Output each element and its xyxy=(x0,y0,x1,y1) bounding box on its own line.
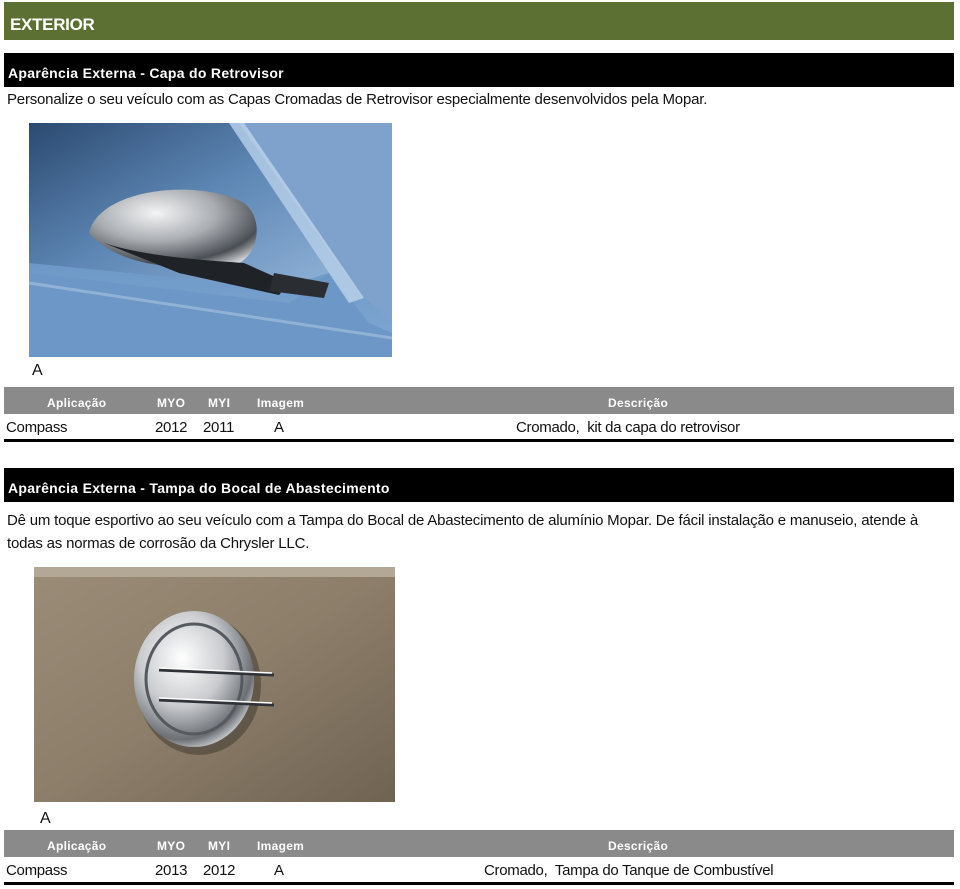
table-header: Aplicação MYO MYI Imagem Descrição xyxy=(4,830,954,857)
column-header-aplicacao: Aplicação xyxy=(47,839,107,853)
table-row: Compass 2013 2012 A Cromado, Tampa do Ta… xyxy=(4,859,954,885)
cell-imagem: A xyxy=(274,419,284,436)
cell-aplicacao: Compass xyxy=(6,862,68,879)
cell-myo: 2012 xyxy=(155,419,188,436)
page-title: EXTERIOR xyxy=(4,2,954,40)
cell-descricao: Cromado, kit da capa do retrovisor xyxy=(516,419,740,436)
section-title-mirror-cover: Aparência Externa - Capa do Retrovisor xyxy=(4,53,954,87)
column-header-descricao: Descrição xyxy=(608,396,669,410)
cell-descricao: Cromado, Tampa do Tanque de Combustível xyxy=(484,862,774,879)
column-header-myo: MYO xyxy=(157,839,186,853)
mirror-cover-photo xyxy=(29,123,392,357)
column-header-myi: MYI xyxy=(208,839,231,853)
image-letter-fuel-door: A xyxy=(40,810,51,827)
column-header-myi: MYI xyxy=(208,396,231,410)
fuel-door-photo xyxy=(34,567,395,802)
column-header-imagem: Imagem xyxy=(257,839,305,853)
cell-aplicacao: Compass xyxy=(6,419,68,436)
column-header-myo: MYO xyxy=(157,396,186,410)
column-header-imagem: Imagem xyxy=(257,396,305,410)
cell-myo: 2013 xyxy=(155,862,188,879)
section-title-fuel-door: Aparência Externa - Tampa do Bocal de Ab… xyxy=(4,468,954,502)
cell-imagem: A xyxy=(274,862,284,879)
cell-myi: 2011 xyxy=(203,419,235,436)
cell-myi: 2012 xyxy=(203,862,236,879)
column-header-descricao: Descrição xyxy=(608,839,669,853)
table-row: Compass 2012 2011 A Cromado, kit da capa… xyxy=(4,416,954,442)
column-header-aplicacao: Aplicação xyxy=(47,396,107,410)
section-description-mirror-cover: Personalize o seu veículo com as Capas C… xyxy=(7,91,708,108)
table-header: Aplicação MYO MYI Imagem Descrição xyxy=(4,387,954,414)
section-description-fuel-door: Dê um toque esportivo ao seu veículo com… xyxy=(7,512,918,552)
image-letter-mirror-cover: A xyxy=(32,362,43,379)
